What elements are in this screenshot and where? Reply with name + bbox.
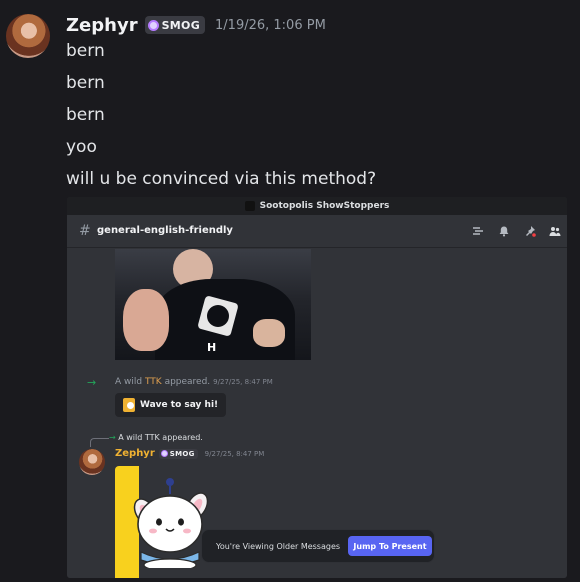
author-name[interactable]: Zephyr	[115, 448, 155, 459]
pin-icon	[526, 226, 536, 237]
wave-sticker-icon	[123, 398, 135, 412]
message-line: yoo	[66, 137, 97, 157]
older-messages-bar: You're Viewing Older Messages Jump To Pr…	[201, 529, 435, 563]
tag-badge-icon	[147, 19, 159, 31]
reply-preview-text: A wild TTK appeared.	[118, 433, 203, 442]
channel-name: general-english-friendly	[97, 225, 233, 236]
message-line: bern	[66, 73, 105, 93]
server-icon	[244, 201, 255, 211]
join-timestamp: 9/27/25, 8:47 PM	[213, 378, 273, 386]
server-tag-label: SMOG	[169, 449, 195, 458]
message-line: bern	[66, 105, 105, 125]
join-suffix: appeared.	[161, 377, 211, 387]
gif-image[interactable]: H	[115, 249, 311, 360]
reply-preview[interactable]: → A wild TTK appeared.	[109, 433, 203, 442]
channel-header: # general-english-friendly	[67, 215, 567, 248]
message-line: will u be convinced via this method?	[66, 169, 377, 189]
jump-to-present-button[interactable]: Jump To Present	[348, 536, 432, 556]
join-arrow-icon: →	[87, 376, 97, 389]
server-tag[interactable]: SMOG	[158, 448, 198, 459]
avatar[interactable]	[6, 14, 50, 58]
embedded-screenshot[interactable]: Sootopolis ShowStoppers # general-englis…	[67, 197, 567, 578]
wave-button[interactable]: Wave to say hi!	[115, 393, 227, 417]
reply-arrow-icon: →	[109, 433, 116, 442]
reply-message-header: Zephyr SMOG 9/27/25, 8:47 PM	[115, 448, 264, 459]
channel-hash-icon: #	[79, 223, 91, 239]
mascot-sticker[interactable]	[129, 476, 211, 568]
message-timestamp[interactable]: 1/19/26, 1:06 PM	[215, 18, 326, 33]
server-tag[interactable]: SMOG	[144, 16, 206, 34]
wave-label: Wave to say hi!	[140, 400, 219, 410]
chat-area[interactable]: H → A wild TTK appeared. 9/27/25, 8:47 PM…	[67, 248, 567, 578]
window-titlebar: Sootopolis ShowStoppers	[67, 197, 567, 215]
threads-icon	[473, 227, 483, 235]
members-icon	[549, 227, 561, 236]
reply-connector	[90, 438, 109, 447]
avatar[interactable]	[79, 449, 105, 475]
message-header: Zephyr SMOG 1/19/26, 1:06 PM	[66, 13, 326, 37]
join-prefix: A wild	[115, 377, 145, 387]
author-name[interactable]: Zephyr	[66, 15, 138, 36]
message-line: bern	[66, 41, 105, 61]
tag-badge-icon	[160, 450, 168, 457]
server-name: Sootopolis ShowStoppers	[259, 201, 390, 211]
server-tag-label: SMOG	[161, 18, 201, 32]
join-user[interactable]: TTK	[145, 377, 162, 387]
message-timestamp: 9/27/25, 8:47 PM	[204, 449, 265, 458]
older-messages-text: You're Viewing Older Messages	[216, 542, 341, 551]
gif-caption: H	[207, 341, 217, 354]
bell-icon	[499, 226, 509, 237]
join-message: A wild TTK appeared. 9/27/25, 8:47 PM	[115, 377, 273, 387]
